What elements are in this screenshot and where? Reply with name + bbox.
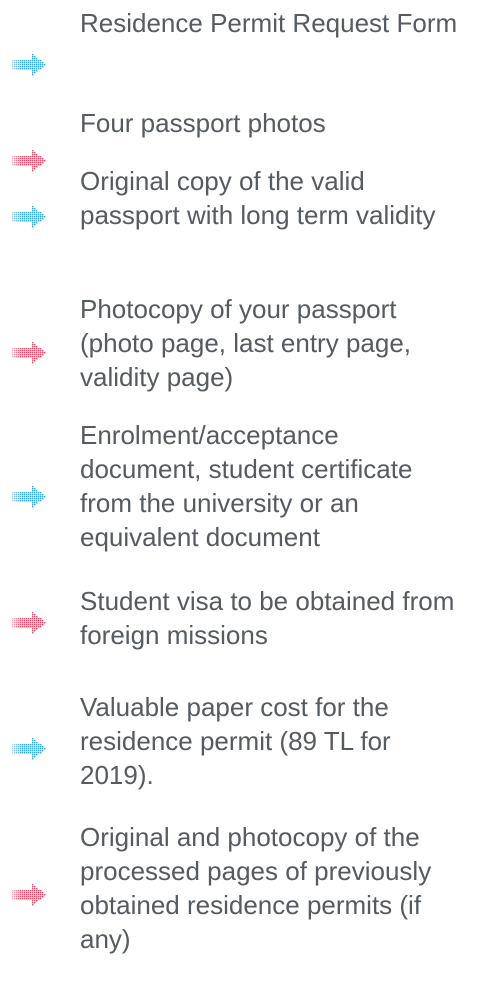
dotted-arrow-right-icon bbox=[12, 206, 46, 228]
dotted-arrow-right-icon bbox=[12, 342, 46, 364]
requirement-text: Original copy of the valid passport with… bbox=[80, 166, 436, 230]
requirement-text: Student visa to be obtained from foreign… bbox=[80, 586, 455, 650]
requirement-text: Valuable paper cost for the residence pe… bbox=[80, 692, 391, 790]
requirement-text: Photocopy of your passport (photo page, … bbox=[80, 294, 412, 392]
requirement-text: Enrolment/acceptance document, student c… bbox=[80, 420, 413, 552]
dotted-arrow-right-icon bbox=[12, 150, 46, 172]
requirements-list: Residence Permit Request Form Four passp… bbox=[0, 0, 480, 987]
dotted-arrow-right-icon bbox=[12, 884, 46, 906]
dotted-arrow-right-icon bbox=[12, 54, 46, 76]
dotted-arrow-right-icon bbox=[12, 486, 46, 508]
dotted-arrow-right-icon bbox=[12, 738, 46, 760]
requirement-text: Four passport photos bbox=[80, 108, 326, 138]
requirement-text: Residence Permit Request Form bbox=[80, 8, 458, 38]
requirement-text: Original and photocopy of the processed … bbox=[80, 822, 432, 954]
dotted-arrow-right-icon bbox=[12, 612, 46, 634]
